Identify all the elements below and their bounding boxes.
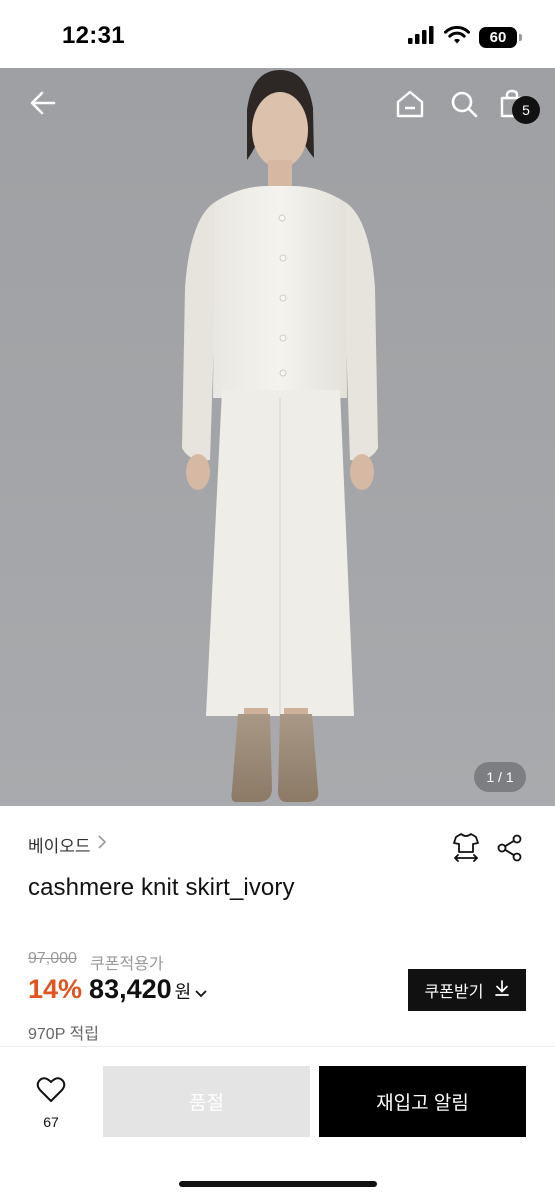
status-time: 12:31 <box>62 22 125 49</box>
brand-name: 베이오드 <box>28 837 91 856</box>
product-title: cashmere knit skirt_ivory <box>28 874 295 901</box>
size-guide-icon[interactable] <box>452 832 480 867</box>
product-image[interactable] <box>0 68 555 806</box>
like-count: 67 <box>43 1114 59 1130</box>
model-photo <box>182 70 378 802</box>
get-coupon-button[interactable]: 쿠폰받기 <box>408 969 526 1011</box>
status-icons: 60 <box>407 25 522 50</box>
heart-icon <box>36 1076 66 1108</box>
coupon-price-note: 쿠폰적용가 <box>90 956 164 973</box>
sale-price: 83,420 <box>89 974 172 1004</box>
cart-count-badge[interactable]: 5 <box>512 96 540 124</box>
image-page-indicator: 1 / 1 <box>474 762 526 792</box>
soldout-button[interactable]: 품절 <box>103 1066 310 1137</box>
chevron-down-icon[interactable] <box>195 985 207 1001</box>
currency-unit: 원 <box>174 982 192 1002</box>
restock-alert-button[interactable]: 재입고 알림 <box>319 1066 526 1137</box>
search-icon[interactable] <box>448 88 480 120</box>
chevron-right-icon <box>97 834 107 855</box>
home-indicator <box>179 1181 377 1187</box>
download-icon <box>495 979 510 1001</box>
get-coupon-label: 쿠폰받기 <box>424 984 484 1001</box>
battery-icon: 60 <box>479 26 522 48</box>
battery-level: 60 <box>489 28 507 46</box>
cellular-signal-icon <box>407 25 435 50</box>
original-price: 97,000 <box>28 950 77 967</box>
back-arrow-icon[interactable] <box>26 86 60 120</box>
home-icon[interactable] <box>394 88 426 120</box>
reward-points: 970P 적립 <box>28 1026 99 1043</box>
brand-link[interactable]: 베이오드 <box>28 832 107 857</box>
share-icon[interactable] <box>496 834 524 867</box>
price-row[interactable]: 14% 83,420 원 <box>28 974 207 1005</box>
like-button[interactable]: 67 <box>22 1076 80 1132</box>
status-bar: 12:31 60 <box>0 0 555 68</box>
divider <box>0 1046 555 1047</box>
discount-rate: 14% <box>28 974 83 1004</box>
wifi-icon <box>444 25 470 50</box>
